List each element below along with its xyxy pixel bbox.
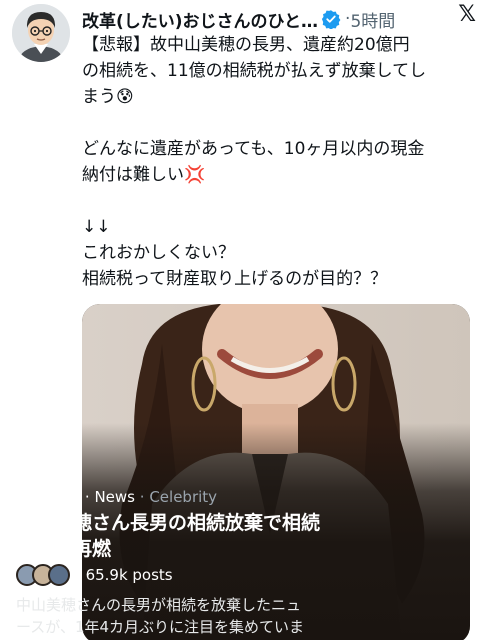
news-card-separator: ·	[84, 488, 90, 506]
post-line: 相続税って財産取り上げるのが目的？？	[82, 269, 388, 289]
news-card-time: 18時間前	[16, 488, 81, 506]
post-timestamp[interactable]: 5時間	[350, 7, 395, 32]
post-header: 改革(したい)おじさんのひと… · 5時間	[82, 5, 472, 33]
x-logo-icon[interactable]: 𝕏	[458, 2, 476, 27]
posts-count: 65.9k posts	[85, 566, 173, 584]
author-display-name[interactable]: 改革(したい)おじさんのひと…	[82, 7, 318, 32]
post-body: 【悲報】故中山美穂の長男、遺産約20億円 の相続を、11億の相続税が払えず放棄し…	[82, 32, 474, 292]
post-line: ↓↓	[82, 217, 111, 237]
posts-count-separator: ·	[76, 566, 81, 584]
post-line: 【悲報】故中山美穂の長男、遺産約20億円	[82, 35, 410, 55]
post-blank-line	[82, 110, 474, 136]
news-card-title-line: 税批判再燃	[16, 538, 112, 560]
post-line: どんなに遺産があっても、10ヶ月以内の現金	[82, 139, 425, 159]
post-line: これおかしくない？	[82, 243, 235, 263]
news-card-category: News	[94, 488, 135, 506]
news-card-snippet-line: 中山美穂さんの長男が相続を放棄したニュ	[16, 596, 302, 614]
participant-avatar	[48, 564, 70, 586]
post-line: の相続を、11億の相続税が払えず放棄してし	[82, 61, 427, 81]
news-card-title-line: 中山美穂さん長男の相続放棄で相続	[16, 512, 321, 534]
news-card-subcategory: Celebrity	[149, 488, 218, 506]
avatar-illustration	[12, 4, 70, 62]
post-blank-line	[82, 188, 474, 214]
news-card-image	[82, 304, 470, 640]
news-card-meta: 18時間前 · News · Celebrity	[16, 486, 217, 507]
news-card-separator: ·	[139, 488, 145, 506]
verified-badge-icon	[321, 10, 341, 29]
author-avatar[interactable]	[12, 4, 70, 62]
news-card-snippet-line: ースが、1年4カ月ぶりに注目を集めていま	[16, 618, 305, 636]
news-card-stats: · 65.9k posts	[16, 562, 173, 588]
news-card[interactable]	[82, 304, 470, 640]
news-card-snippet: 中山美穂さんの長男が相続を放棄したニュ ースが、1年4カ月ぶりに注目を集めていま	[16, 594, 382, 638]
news-card-title[interactable]: 中山美穂さん長男の相続放棄で相続 税批判再燃	[16, 510, 376, 562]
post-line: 納付は難しい💢	[82, 165, 206, 185]
post-line: まう😰	[82, 87, 134, 107]
